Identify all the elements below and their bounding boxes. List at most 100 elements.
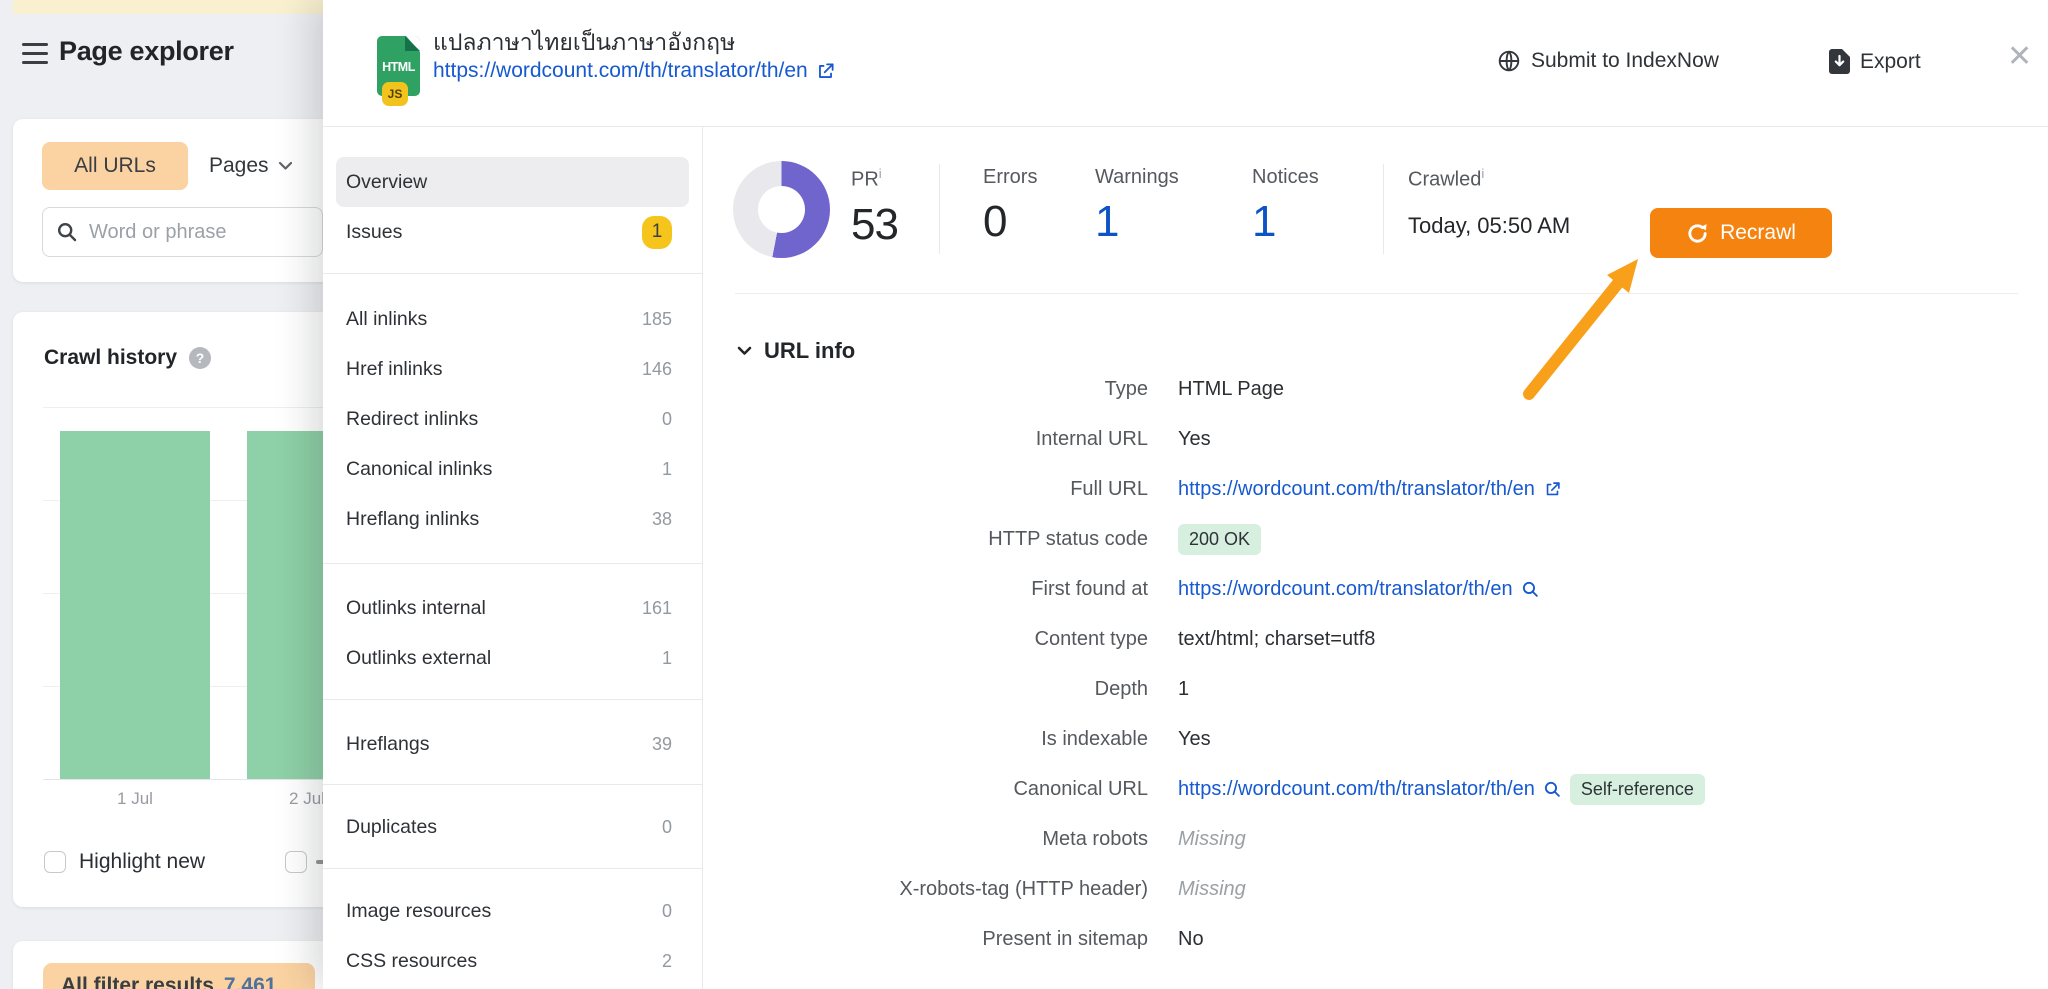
- table-row: HTTP status code 200 OK: [702, 514, 2048, 564]
- warnings-value: 1: [1095, 197, 1179, 247]
- search-icon: [57, 222, 77, 242]
- search-input-wrapper: [42, 207, 323, 257]
- sidebar-item-canonical-inlinks[interactable]: Canonical inlinks1: [323, 444, 702, 494]
- crawl-history-title: Crawl history: [44, 346, 177, 370]
- info-icon[interactable]: i: [1481, 166, 1484, 181]
- filter-results-card: All filter results 7,461: [13, 941, 338, 989]
- document-url-link[interactable]: https://wordcount.com/th/translator/th/e…: [433, 59, 808, 83]
- submit-to-indexnow-label: Submit to IndexNow: [1531, 49, 1719, 73]
- crawl-history-card: Crawl history ? 1 Jul 2 Jul Highlight ne…: [13, 312, 338, 907]
- search-icon[interactable]: [1522, 581, 1539, 598]
- second-checkbox[interactable]: [285, 851, 307, 873]
- info-icon[interactable]: i: [879, 166, 882, 181]
- highlight-new-label: Highlight new: [79, 850, 205, 874]
- modal-header: HTML JS แปลภาษาไทยเป็นภาษาอังกฤษ https:/…: [323, 0, 2048, 127]
- sidebar-item-overview[interactable]: Overview: [336, 157, 689, 207]
- sidebar-item-image-resources[interactable]: Image resources0: [323, 886, 702, 936]
- errors-value: 0: [983, 197, 1037, 247]
- sidebar-item-href-inlinks[interactable]: Href inlinks146: [323, 344, 702, 394]
- gridline: [43, 407, 338, 408]
- table-row: Type HTML Page: [702, 364, 2048, 414]
- js-badge: JS: [382, 82, 408, 106]
- status-badge: 200 OK: [1178, 524, 1261, 555]
- export-icon: [1829, 49, 1850, 74]
- row-value: Yes: [1178, 728, 1211, 751]
- globe-icon: [1497, 49, 1521, 73]
- submit-to-indexnow-button[interactable]: Submit to IndexNow: [1497, 49, 1719, 73]
- canonical-url-link[interactable]: https://wordcount.com/th/translator/th/e…: [1178, 778, 1535, 801]
- pr-donut-chart: [733, 161, 830, 258]
- search-input[interactable]: [89, 221, 308, 244]
- x-tick-label: 1 Jul: [105, 789, 165, 809]
- url-info-section-header[interactable]: URL info: [737, 338, 855, 364]
- sidebar-item-all-inlinks[interactable]: All inlinks185: [323, 294, 702, 344]
- sidebar-item-issues[interactable]: Issues 1: [323, 207, 702, 257]
- external-link-icon[interactable]: [1544, 481, 1561, 498]
- recrawl-label: Recrawl: [1720, 221, 1796, 245]
- tab-all-urls[interactable]: All URLs: [42, 142, 188, 190]
- table-row: Content type text/html; charset=utf8: [702, 614, 2048, 664]
- close-icon[interactable]: ✕: [2007, 42, 2032, 72]
- highlight-new-checkbox[interactable]: [44, 851, 66, 873]
- crawled-value: Today, 05:50 AM: [1408, 213, 1570, 239]
- row-value: Yes: [1178, 428, 1211, 451]
- row-value: Missing: [1178, 828, 1246, 851]
- table-row: Full URL https://wordcount.com/th/transl…: [702, 464, 2048, 514]
- divider: [1383, 164, 1384, 254]
- hamburger-menu-icon[interactable]: [22, 43, 48, 64]
- crawled-stat: Crawledi Today, 05:50 AM: [1408, 166, 1570, 239]
- url-info-title: URL info: [764, 338, 855, 364]
- external-link-icon[interactable]: [816, 62, 835, 81]
- pr-stat: PRi 53: [851, 166, 898, 250]
- export-button[interactable]: Export: [1829, 49, 1921, 74]
- tab-all-urls-label: All URLs: [74, 154, 156, 178]
- table-row: Depth 1: [702, 664, 2048, 714]
- search-icon[interactable]: [1544, 781, 1561, 798]
- page-details-modal: HTML JS แปลภาษาไทยเป็นภาษาอังกฤษ https:/…: [323, 0, 2048, 989]
- table-row: Present in sitemap No: [702, 914, 2048, 964]
- table-row: Meta robots Missing: [702, 814, 2048, 864]
- sidebar-item-hreflangs[interactable]: Hreflangs39: [323, 719, 702, 769]
- sidebar-item-outlinks-external[interactable]: Outlinks external1: [323, 633, 702, 683]
- pages-dropdown-label: Pages: [209, 154, 269, 178]
- document-title: แปลภาษาไทยเป็นภาษาอังกฤษ: [433, 25, 735, 61]
- row-value: text/html; charset=utf8: [1178, 628, 1375, 651]
- all-filter-results-tab[interactable]: All filter results 7,461: [43, 963, 315, 989]
- row-value: HTML Page: [1178, 378, 1284, 401]
- table-row: Internal URL Yes: [702, 414, 2048, 464]
- row-value: No: [1178, 928, 1204, 951]
- first-found-link[interactable]: https://wordcount.com/translator/th/en: [1178, 578, 1513, 601]
- sidebar-item-css-resources[interactable]: CSS resources2: [323, 936, 702, 986]
- notices-stat: Notices 1: [1252, 166, 1319, 247]
- divider: [939, 164, 940, 254]
- row-value: 1: [1178, 678, 1189, 701]
- html-file-icon: HTML JS: [377, 36, 420, 96]
- row-value: Missing: [1178, 878, 1246, 901]
- table-row: X-robots-tag (HTTP header) Missing: [702, 864, 2048, 914]
- x-axis-line: [43, 779, 338, 780]
- sidebar-item-duplicates[interactable]: Duplicates0: [323, 802, 702, 852]
- chevron-down-icon: [737, 346, 752, 356]
- url-info-table: Type HTML Page Internal URL Yes Full URL…: [702, 364, 2048, 964]
- full-url-link[interactable]: https://wordcount.com/th/translator/th/e…: [1178, 478, 1535, 501]
- issues-count-badge: 1: [642, 216, 672, 249]
- divider: [735, 293, 2018, 294]
- help-icon[interactable]: ?: [189, 347, 211, 369]
- sidebar-item-hreflang-inlinks[interactable]: Hreflang inlinks38: [323, 494, 702, 544]
- table-row: Canonical URL https://wordcount.com/th/t…: [702, 764, 2048, 814]
- warnings-stat: Warnings 1: [1095, 166, 1179, 247]
- filter-bar-card: All URLs Pages: [13, 119, 338, 282]
- crawl-bar-1[interactable]: [60, 431, 210, 779]
- recrawl-button[interactable]: Recrawl: [1650, 208, 1832, 258]
- notification-banner-strip: [13, 0, 323, 14]
- sidebar-item-redirect-inlinks[interactable]: Redirect inlinks0: [323, 394, 702, 444]
- export-label: Export: [1860, 50, 1921, 74]
- sidebar-item-outlinks-internal[interactable]: Outlinks internal161: [323, 583, 702, 633]
- screen: Page explorer All URLs Pages Crawl histo…: [0, 0, 2048, 989]
- notices-value: 1: [1252, 197, 1319, 247]
- refresh-icon: [1686, 222, 1709, 245]
- chevron-down-icon: [278, 161, 293, 171]
- pr-value: 53: [851, 200, 898, 250]
- all-filter-results-label: All filter results: [61, 974, 214, 989]
- pages-dropdown[interactable]: Pages: [209, 142, 293, 190]
